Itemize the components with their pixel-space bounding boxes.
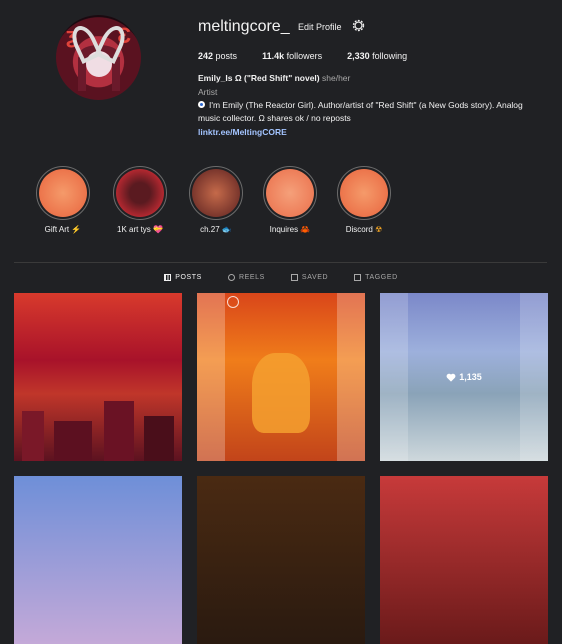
- highlight-label-text: ch.27: [200, 225, 220, 234]
- highlight-cover: [266, 169, 314, 217]
- post-tile[interactable]: [197, 476, 365, 644]
- heart-gift-icon: 💝: [153, 225, 163, 234]
- highlight-label: ch.27 🐟: [188, 225, 244, 234]
- tag-icon: [354, 274, 362, 281]
- lightning-icon: ⚡: [71, 225, 82, 234]
- highlight-label: Inquires 🦀: [262, 225, 318, 234]
- highlight-discord[interactable]: Discord ☢: [336, 166, 392, 234]
- username: meltingcore_: [198, 18, 290, 35]
- highlight-cover: [39, 169, 87, 217]
- fish-icon: 🐟: [221, 225, 232, 234]
- highlight-label-text: 1K art tys: [117, 225, 151, 234]
- highlight-cover: [116, 169, 164, 217]
- bookmark-icon: [290, 274, 298, 281]
- following-count: 2,330: [347, 51, 370, 61]
- post-tile[interactable]: [14, 476, 182, 644]
- edit-profile-button[interactable]: Edit Profile: [294, 20, 346, 34]
- highlight-ring: [36, 166, 90, 220]
- display-name: Emily_Is Ω ("Red Shift" novel): [198, 73, 320, 83]
- highlight-label-text: Discord: [345, 225, 373, 234]
- post-hover-overlay: 1,135: [380, 293, 548, 461]
- highlight-1k-art-tys[interactable]: 1K art tys 💝: [112, 166, 168, 234]
- post-tile[interactable]: 1,135: [380, 293, 548, 461]
- tab-reels[interactable]: REELS: [227, 274, 265, 281]
- artwork-panel: [197, 293, 225, 461]
- bio-text: I'm Emily (The Reactor Girl). Author/art…: [198, 100, 523, 123]
- highlight-inquires[interactable]: Inquires 🦀: [262, 166, 318, 234]
- highlight-cover: [340, 169, 388, 217]
- tab-label: REELS: [238, 274, 265, 281]
- artwork-building: [104, 401, 134, 461]
- divider: [14, 262, 547, 263]
- artwork-building: [22, 411, 44, 461]
- highlight-ring: [337, 166, 391, 220]
- tab-posts[interactable]: POSTS: [164, 274, 202, 281]
- gear-icon[interactable]: [351, 18, 366, 33]
- profile-tabs: POSTS REELS SAVED TAGGED: [0, 274, 562, 281]
- highlight-ring: [113, 166, 167, 220]
- posts-label: posts: [215, 51, 238, 61]
- tab-saved[interactable]: SAVED: [290, 274, 329, 281]
- tab-label: SAVED: [301, 274, 329, 281]
- highlight-label: Discord ☢: [336, 225, 392, 234]
- artwork-building: [54, 421, 92, 461]
- bio-badge-icon: [198, 101, 205, 108]
- highlight-ring: [263, 166, 317, 220]
- profile-stats: 242 posts 11.4k followers 2,330 followin…: [198, 51, 432, 61]
- tab-label: TAGGED: [365, 274, 398, 281]
- followers-label: followers: [286, 51, 323, 61]
- highlight-gift-art[interactable]: Gift Art ⚡: [35, 166, 91, 234]
- likes-count: 1,135: [459, 372, 482, 382]
- highlight-label: Gift Art ⚡: [35, 225, 91, 234]
- bio-text-block: I'm Emily (The Reactor Girl). Author/art…: [198, 99, 543, 125]
- post-tile[interactable]: [380, 476, 548, 644]
- profile-category: Artist: [198, 87, 218, 97]
- following-stat[interactable]: 2,330 following: [347, 51, 407, 61]
- heart-icon: [446, 373, 456, 382]
- display-name-line: Emily_Is Ω ("Red Shift" novel) she/her: [198, 73, 350, 83]
- pronouns: she/her: [322, 73, 351, 83]
- reels-icon: [227, 274, 235, 281]
- post-tile[interactable]: [197, 293, 365, 461]
- highlight-ring: [189, 166, 243, 220]
- highlight-label-text: Gift Art: [44, 225, 70, 234]
- pinned-icon: [227, 296, 239, 308]
- artwork-figure: [252, 353, 310, 433]
- tab-label: POSTS: [175, 274, 202, 281]
- posts-stat: 242 posts: [198, 51, 237, 61]
- highlight-label: 1K art tys 💝: [112, 225, 168, 234]
- following-label: following: [372, 51, 408, 61]
- crab-icon: 🦀: [300, 225, 311, 234]
- grid-icon: [164, 274, 172, 281]
- tab-tagged[interactable]: TAGGED: [354, 274, 398, 281]
- highlight-cover: [192, 169, 240, 217]
- bio-link[interactable]: linktr.ee/MeltingCORE: [198, 127, 287, 137]
- posts-count: 242: [198, 51, 214, 61]
- followers-stat[interactable]: 11.4k followers: [262, 51, 322, 61]
- highlight-ch27[interactable]: ch.27 🐟: [188, 166, 244, 234]
- radioactive-icon: ☢: [375, 225, 383, 234]
- artwork-panel: [337, 293, 365, 461]
- profile-avatar[interactable]: ƺ Ɛ: [56, 15, 141, 100]
- followers-count: 11.4k: [262, 51, 285, 61]
- post-tile[interactable]: [14, 293, 182, 461]
- artwork-building: [144, 416, 174, 461]
- highlight-label-text: Inquires: [269, 225, 299, 234]
